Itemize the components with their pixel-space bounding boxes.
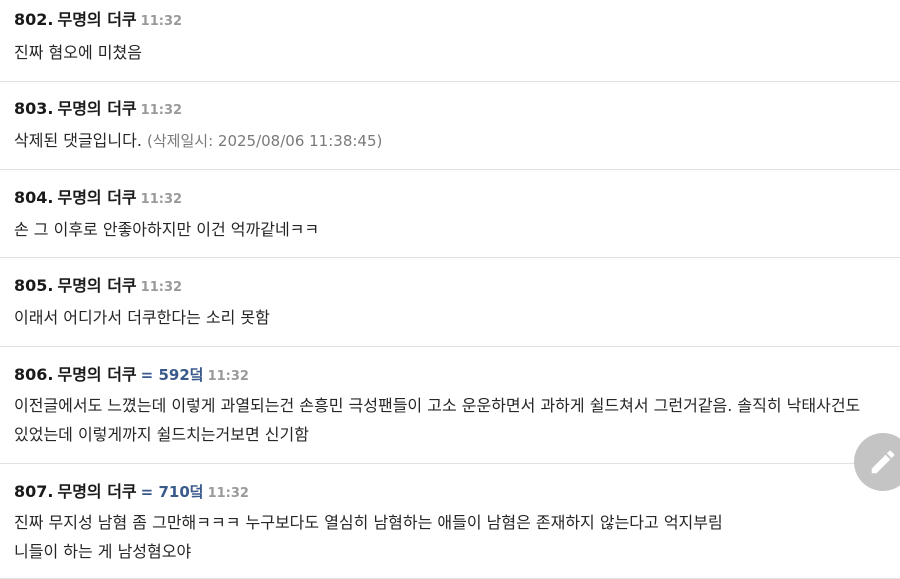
comment-item: 803. 무명의 더쿠 11:32 삭제된 댓글입니다. (삭제일시: 2025/0… — [0, 82, 900, 170]
comment-item: 804. 무명의 더쿠 11:32 손 그 이후로 안좋아하지만 이건 억까같네ㅋㅋ — [0, 170, 900, 258]
user-points-badge: = 592덬 — [140, 366, 204, 384]
comment-item: 806. 무명의 더쿠 = 592덬 11:32 이전글에서도 느꼈는데 이렇게 과열… — [0, 347, 900, 464]
comment-time: 11:32 — [140, 280, 183, 295]
pencil-icon — [871, 450, 895, 474]
comment-header: 806. 무명의 더쿠 = 592덬 11:32 — [14, 364, 249, 388]
comment-list: 802. 무명의 더쿠 11:32 진짜 혐오에 미쳤음 803. 무명의 더쿠 11:… — [0, 0, 900, 579]
comment-number: 807. — [14, 482, 54, 501]
comment-header: 804. 무명의 더쿠 11:32 — [14, 187, 182, 211]
comment-author[interactable]: 무명의 더쿠 — [57, 188, 136, 207]
comment-time: 11:32 — [207, 369, 249, 384]
user-points-badge: = 710덬 — [140, 483, 204, 501]
comment-body: 삭제된 댓글입니다. (삭제일시: 2025/08/06 11:38:45) — [14, 126, 890, 156]
comment-line: 진짜 혐오에 미쳤음 — [14, 43, 142, 62]
comment-body: 진짜 혐오에 미쳤음 — [14, 38, 890, 67]
deleted-timestamp: (삭제일시: 2025/08/06 11:38:45) — [147, 132, 383, 150]
comment-line: 니들이 하는 게 남성혐오야 — [14, 542, 192, 561]
comment-line: 진짜 무지성 남혐 좀 그만해ㅋㅋㅋ 누구보다도 열심히 남혐하는 애들이 남혐… — [14, 513, 723, 532]
comment-number: 803. — [14, 99, 54, 118]
comment-time: 11:32 — [207, 486, 249, 501]
comment-time: 11:32 — [140, 192, 183, 207]
comment-line: 이전글에서도 느꼈는데 이렇게 과열되는건 손흥민 극성팬들이 고소 운운하면서… — [14, 396, 861, 415]
comment-item: 807. 무명의 더쿠 = 710덬 11:32 진짜 무지성 남혐 좀 그만해ㅋㅋㅋ… — [0, 464, 900, 579]
comment-header: 807. 무명의 더쿠 = 710덬 11:32 — [14, 481, 249, 505]
comment-number: 806. — [14, 365, 54, 384]
comment-number: 804. — [14, 188, 54, 207]
comment-line: 이래서 어디가서 더쿠한다는 소리 못함 — [14, 308, 270, 327]
comment-header: 803. 무명의 더쿠 11:32 — [14, 98, 182, 122]
comment-body: 이래서 어디가서 더쿠한다는 소리 못함 — [14, 303, 890, 332]
comment-item: 805. 무명의 더쿠 11:32 이래서 어디가서 더쿠한다는 소리 못함 — [0, 258, 900, 347]
comment-author[interactable]: 무명의 더쿠 — [57, 365, 136, 384]
comment-item: 802. 무명의 더쿠 11:32 진짜 혐오에 미쳤음 — [0, 0, 900, 82]
comment-body: 손 그 이후로 안좋아하지만 이건 억까같네ㅋㅋ — [14, 215, 890, 244]
comment-time: 11:32 — [140, 103, 183, 118]
comment-number: 805. — [14, 276, 54, 295]
comment-author[interactable]: 무명의 더쿠 — [57, 276, 136, 295]
comment-body: 진짜 무지성 남혐 좀 그만해ㅋㅋㅋ 누구보다도 열심히 남혐하는 애들이 남혐… — [14, 508, 890, 566]
comment-header: 805. 무명의 더쿠 11:32 — [14, 275, 182, 299]
comment-line: 있었는데 이렇게까지 쉴드치는거보면 신기함 — [14, 425, 309, 444]
comment-author[interactable]: 무명의 더쿠 — [57, 99, 136, 118]
comment-line: 손 그 이후로 안좋아하지만 이건 억까같네ㅋㅋ — [14, 220, 320, 239]
comment-body: 이전글에서도 느꼈는데 이렇게 과열되는건 손흥민 극성팬들이 고소 운운하면서… — [14, 391, 890, 449]
comment-author[interactable]: 무명의 더쿠 — [57, 482, 136, 501]
comment-time: 11:32 — [140, 14, 183, 29]
comment-number: 802. — [14, 10, 54, 29]
comment-header: 802. 무명의 더쿠 11:32 — [14, 9, 182, 33]
comment-author[interactable]: 무명의 더쿠 — [57, 10, 136, 29]
comment-line: 삭제된 댓글입니다. — [14, 131, 142, 150]
